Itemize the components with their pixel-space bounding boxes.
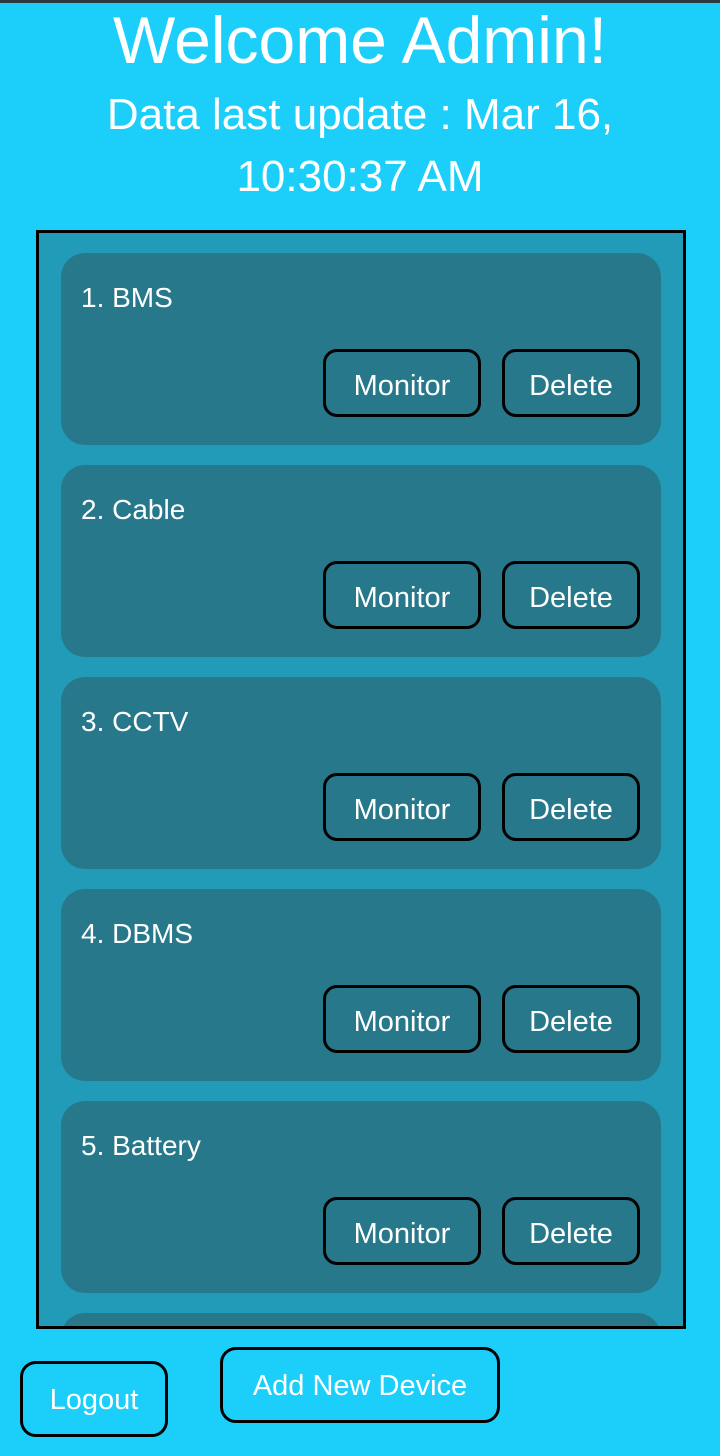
last-update-text: Data last update : Mar 16, 10:30:37 AM [106, 90, 614, 201]
device-card: 2. Cable Monitor Delete [61, 465, 661, 657]
device-name: 5. Battery [81, 1130, 201, 1161]
monitor-button[interactable]: Monitor [323, 773, 481, 841]
monitor-button[interactable]: Monitor [323, 561, 481, 629]
device-name: 1. BMS [81, 282, 173, 313]
delete-button[interactable]: Delete [502, 1197, 640, 1265]
device-name: 3. CCTV [81, 706, 189, 737]
delete-button[interactable]: Delete [502, 985, 640, 1053]
page-title: Welcome Admin! [113, 3, 607, 77]
device-card: 4. DBMS Monitor Delete [61, 889, 661, 1081]
device-card: 5. Battery Monitor Delete [61, 1101, 661, 1293]
delete-button[interactable]: Delete [502, 561, 640, 629]
monitor-button[interactable]: Monitor [323, 1197, 481, 1265]
device-card: 1. BMS Monitor Delete [61, 253, 661, 445]
delete-button[interactable]: Delete [502, 773, 640, 841]
delete-button[interactable]: Delete [502, 349, 640, 417]
device-name: 4. DBMS [81, 918, 194, 949]
device-name: 2. Cable [81, 494, 186, 525]
add-new-device-button[interactable]: Add New Device [220, 1347, 500, 1423]
monitor-button[interactable]: Monitor [323, 985, 481, 1053]
device-card: 3. CCTV Monitor Delete [61, 677, 661, 869]
monitor-button[interactable]: Monitor [323, 349, 481, 417]
device-list-panel[interactable]: 1. BMS Monitor Delete 2. Cable Monitor D… [36, 230, 686, 1329]
logout-button[interactable]: Logout [20, 1361, 168, 1437]
device-card-partial [61, 1313, 661, 1326]
